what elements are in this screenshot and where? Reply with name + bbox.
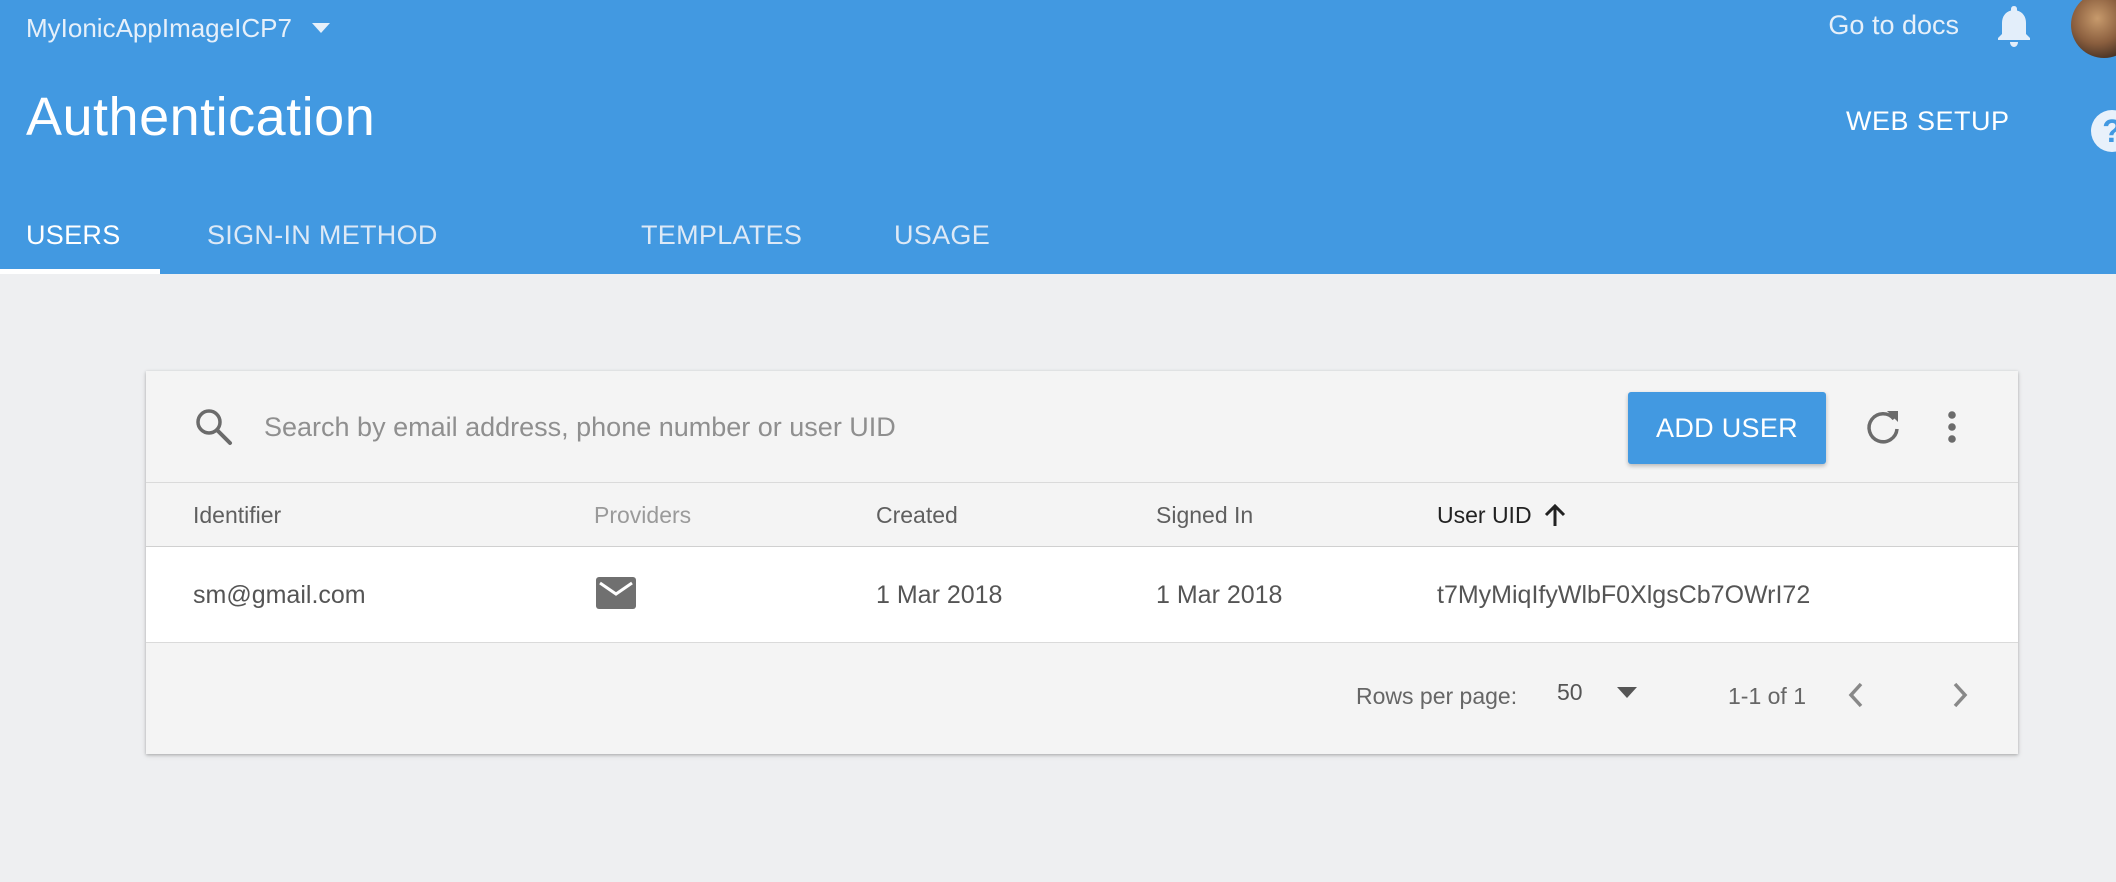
rows-per-page-label: Rows per page: [1356, 683, 1518, 709]
web-setup-button[interactable]: WEB SETUP [1846, 106, 2010, 137]
add-user-button[interactable]: ADD USER [1628, 392, 1826, 464]
chevron-left-icon[interactable] [1846, 679, 1866, 711]
app-header: MyIonicAppImageICP7 Go to docs Authentic… [0, 0, 2116, 274]
user-avatar[interactable] [2071, 0, 2116, 58]
page-title: Authentication [26, 87, 376, 147]
help-icon[interactable]: ? [2091, 110, 2116, 152]
chevron-right-icon[interactable] [1950, 679, 1970, 711]
column-user-uid[interactable]: User UID [1437, 483, 1566, 547]
cell-created: 1 Mar 2018 [876, 581, 1003, 609]
table-header: Identifier Providers Created Signed In U… [146, 483, 2018, 547]
cell-identifier: sm@gmail.com [193, 581, 366, 609]
tab-usage[interactable]: USAGE [894, 196, 1016, 274]
refresh-icon[interactable] [1863, 407, 1903, 447]
dropdown-arrow-icon [1616, 687, 1637, 698]
pagination-footer: Rows per page: 50 1-1 of 1 [146, 643, 2018, 754]
tab-users[interactable]: USERS [0, 196, 160, 274]
pagination-range: 1-1 of 1 [1728, 683, 1806, 709]
search-input[interactable] [264, 405, 1164, 449]
column-signed-in[interactable]: Signed In [1156, 483, 1253, 547]
column-providers: Providers [594, 502, 692, 528]
cell-signed-in: 1 Mar 2018 [1156, 581, 1283, 609]
sort-ascending-arrow-icon [1544, 503, 1565, 526]
tab-sign-in-method[interactable]: SIGN-IN METHOD [160, 196, 641, 274]
notifications-bell-icon[interactable] [1996, 4, 2032, 48]
email-provider-icon [596, 577, 636, 609]
go-to-docs-link[interactable]: Go to docs [1828, 10, 1959, 41]
tab-templates[interactable]: TEMPLATES [641, 196, 894, 274]
cell-user-uid: t7MyMiqIfyWlbF0XlgsCb7OWrI72 [1437, 581, 1811, 609]
tab-bar: USERS SIGN-IN METHOD TEMPLATES USAGE [0, 196, 1016, 274]
project-selector[interactable]: MyIonicAppImageICP7 [26, 8, 330, 48]
rows-per-page-select[interactable]: 50 [1557, 679, 1637, 706]
more-vert-icon[interactable] [1942, 407, 1962, 447]
search-toolbar: ADD USER [146, 371, 2018, 483]
column-user-uid-label: User UID [1437, 502, 1532, 528]
dropdown-arrow-icon [311, 23, 330, 33]
search-icon [196, 409, 232, 445]
users-card: ADD USER Identifier Providers Created Si… [146, 371, 2018, 754]
column-identifier[interactable]: Identifier [193, 483, 281, 547]
project-name: MyIonicAppImageICP7 [26, 12, 292, 43]
column-created[interactable]: Created [876, 483, 958, 547]
table-row[interactable]: sm@gmail.com 1 Mar 2018 1 Mar 2018 t7MyM… [146, 547, 2018, 643]
rows-per-page-value: 50 [1557, 679, 1583, 705]
